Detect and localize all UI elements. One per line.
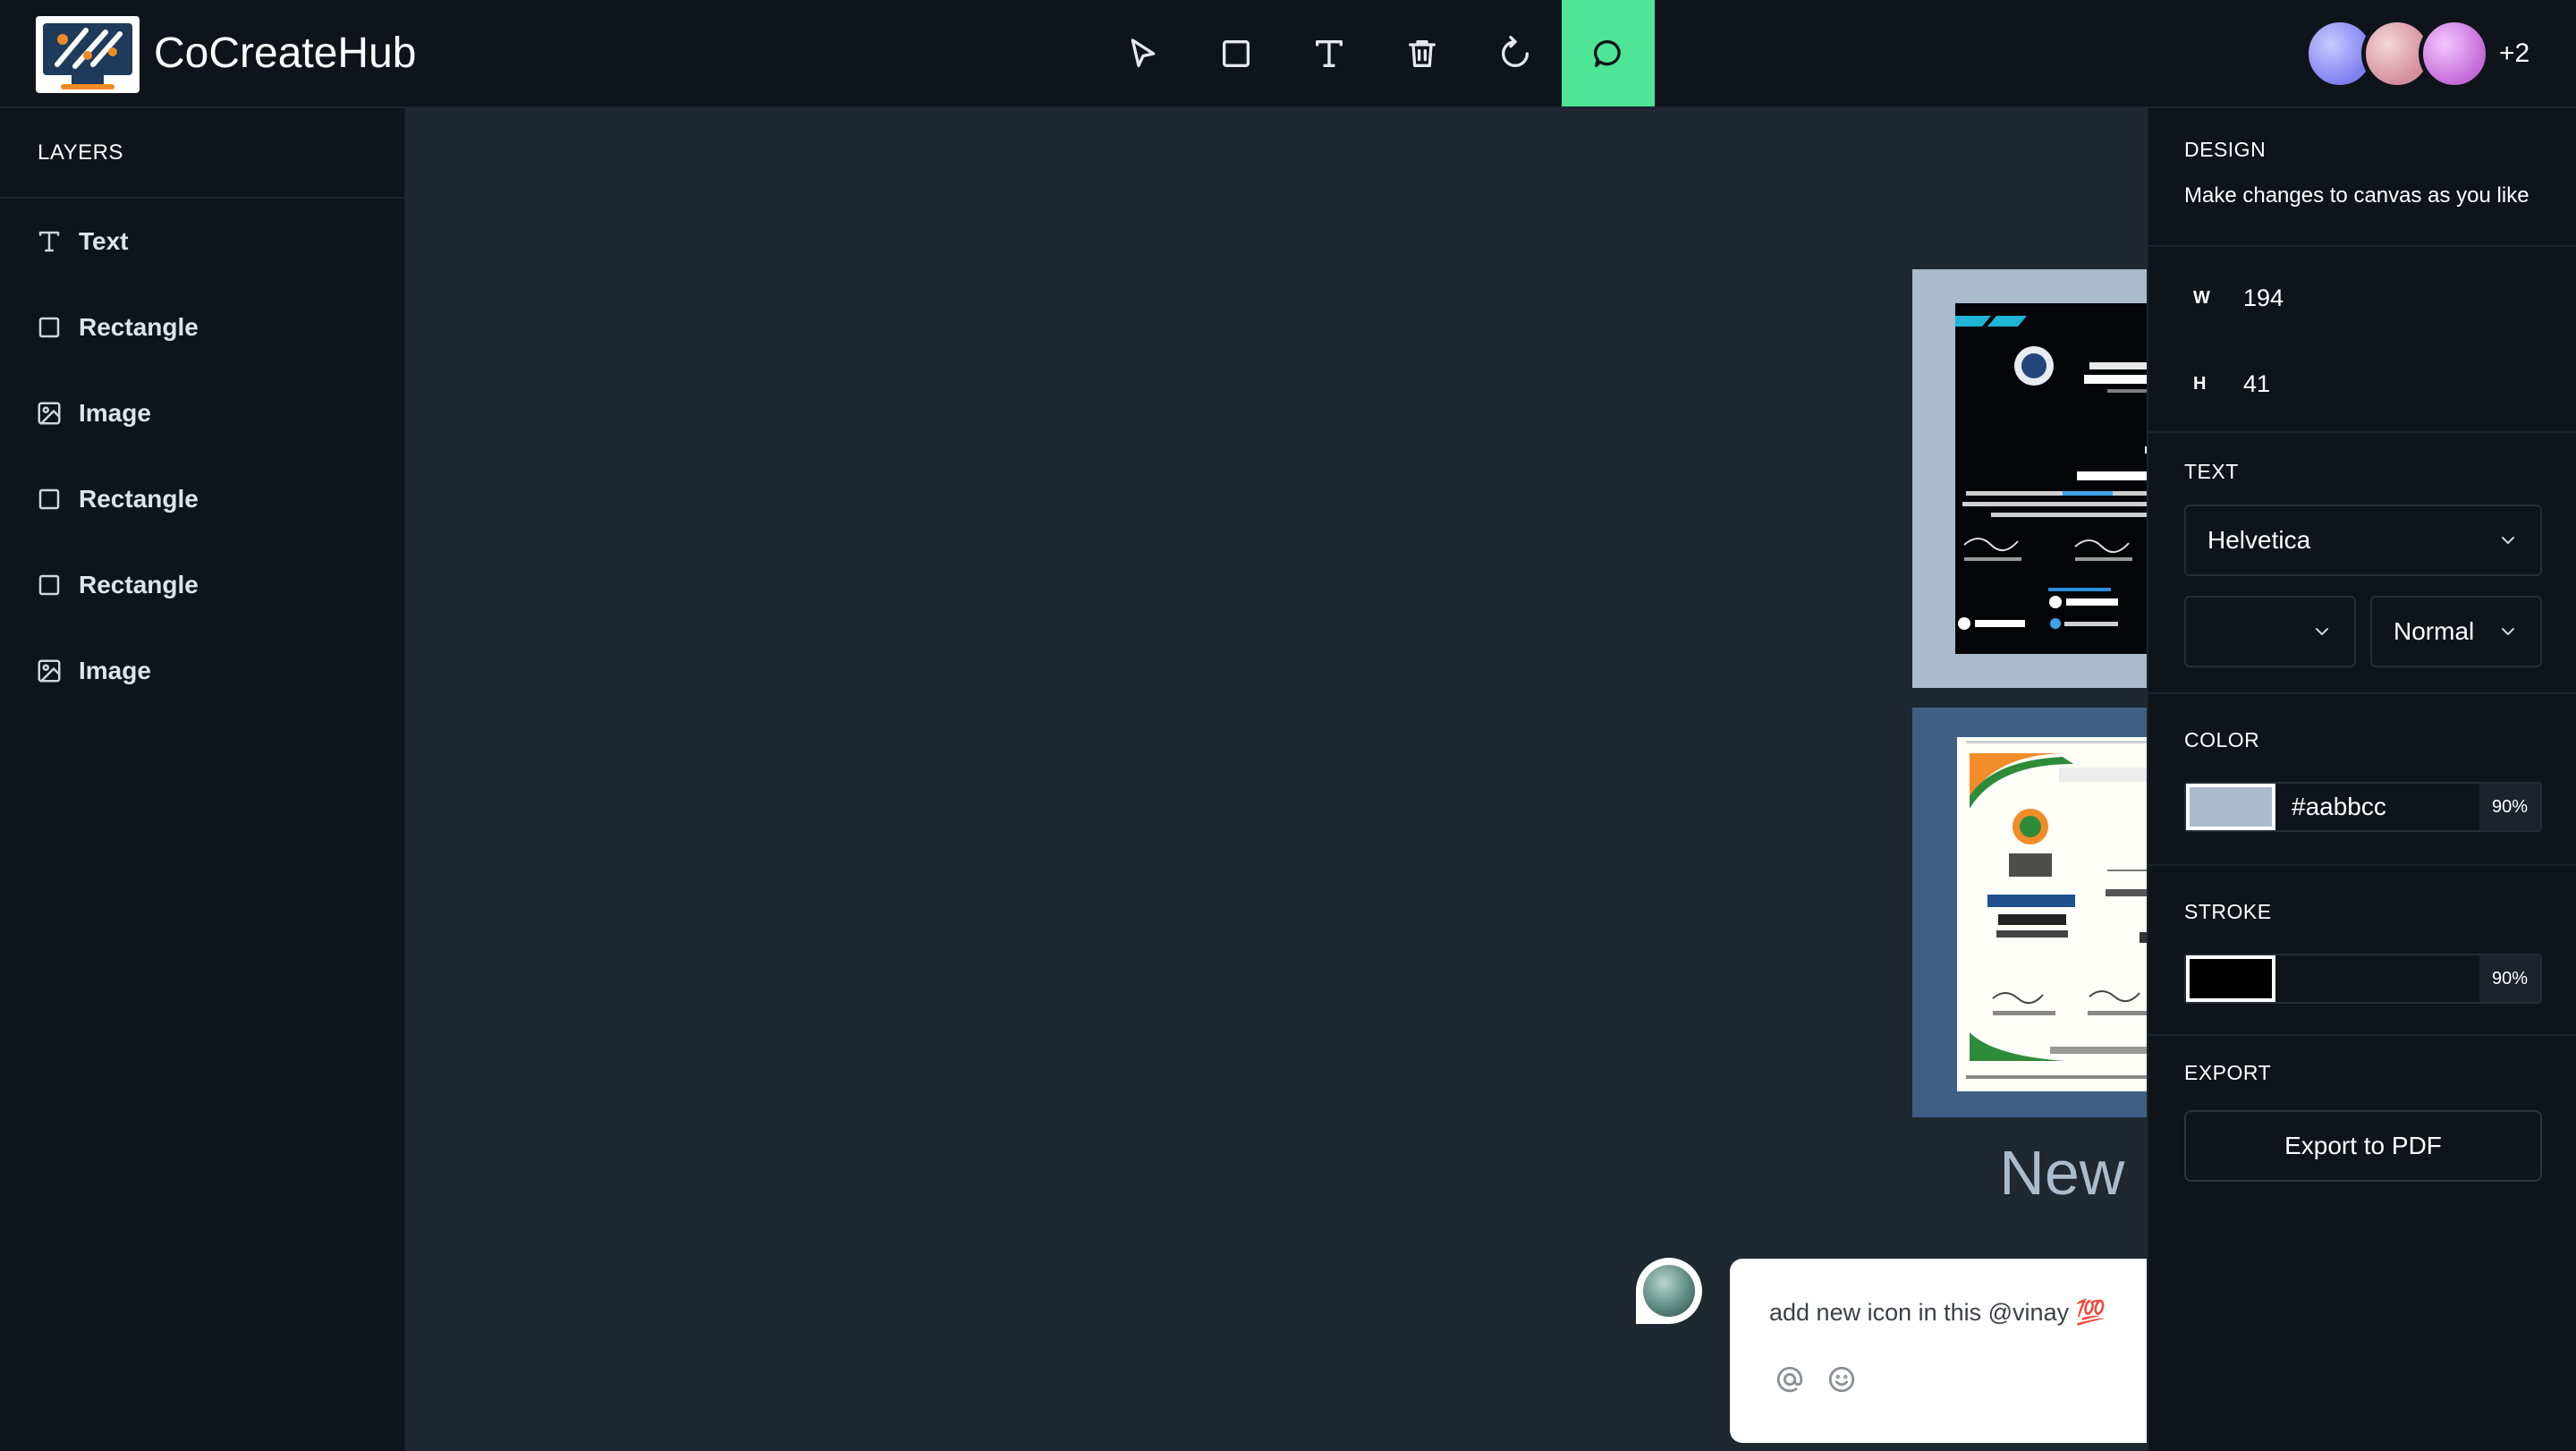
layer-item[interactable]: Rectangle	[0, 456, 404, 542]
comment-actions	[1775, 1364, 1857, 1395]
height-field[interactable]: H 41	[2193, 370, 2270, 398]
avatar[interactable]	[2419, 18, 2490, 89]
stroke-color-field[interactable]: 90%	[2184, 954, 2542, 1004]
color-section: COLOR #aabbcc 90%	[2148, 694, 2576, 866]
rectangle-tool-button[interactable]	[1190, 0, 1283, 106]
comments-tool-button[interactable]	[1562, 0, 1655, 106]
font-weight-select[interactable]: Normal	[2370, 596, 2542, 667]
rectangle-icon	[38, 488, 60, 510]
app-name: CoCreateHub	[154, 30, 417, 77]
design-subtitle: Make changes to canvas as you like	[2184, 183, 2529, 208]
comment-bubble-icon	[1593, 39, 1621, 67]
toolbar	[1097, 0, 1655, 106]
layer-label: Rectangle	[79, 313, 199, 341]
stroke-title: STROKE	[2184, 900, 2272, 923]
fill-opacity[interactable]: 90%	[2479, 784, 2540, 830]
comment-author-avatar[interactable]	[1636, 1258, 1702, 1324]
text-tool-button[interactable]	[1283, 0, 1376, 106]
rectangle-icon	[38, 574, 60, 596]
text-icon	[38, 231, 60, 252]
layer-item[interactable]: Rectangle	[0, 542, 404, 628]
comment-text: add new icon in this @vinay 💯	[1769, 1299, 2106, 1326]
layers-panel: LAYERS Text Rectangle Image Rectangle Re…	[0, 108, 406, 1451]
design-canvas[interactable]: New Design add new icon in this @vinay 💯	[406, 108, 2458, 1451]
export-title: EXPORT	[2184, 1061, 2272, 1084]
square-icon	[1223, 39, 1250, 67]
layer-item[interactable]: Text	[0, 199, 404, 284]
font-family-value: Helvetica	[2207, 526, 2311, 554]
width-field[interactable]: W 194	[2193, 284, 2284, 312]
layer-label: Rectangle	[79, 485, 199, 513]
design-title: DESIGN	[2184, 138, 2267, 161]
layers-title: LAYERS	[0, 108, 404, 199]
chevron-down-icon	[2316, 628, 2328, 635]
design-panel: DESIGN Make changes to canvas as you lik…	[2147, 108, 2576, 1451]
image-icon	[38, 659, 61, 683]
color-title: COLOR	[2184, 728, 2260, 751]
layer-item[interactable]: Image	[0, 370, 404, 456]
text-icon	[1316, 39, 1343, 67]
width-label: W	[2193, 288, 2210, 308]
text-title: TEXT	[2184, 460, 2239, 483]
image-icon	[38, 402, 61, 425]
design-section: DESIGN Make changes to canvas as you lik…	[2148, 108, 2576, 247]
trash-icon	[1409, 39, 1436, 67]
avatar	[1643, 1265, 1695, 1317]
chevron-down-icon	[2502, 537, 2514, 544]
more-collaborators-count[interactable]: +2	[2499, 34, 2529, 73]
layer-item[interactable]: Rectangle	[0, 284, 404, 370]
width-value[interactable]: 194	[2243, 284, 2284, 312]
top-bar: CoCreateHub +2	[0, 0, 2576, 108]
layer-label: Image	[79, 399, 151, 427]
text-section: TEXT Helvetica Normal	[2148, 433, 2576, 694]
font-size-select[interactable]	[2184, 596, 2356, 667]
select-tool-button[interactable]	[1097, 0, 1190, 106]
stroke-color-swatch[interactable]	[2186, 955, 2275, 1002]
stroke-section: STROKE 90%	[2148, 866, 2576, 1036]
layer-label: Rectangle	[79, 571, 199, 598]
font-family-select[interactable]: Helvetica	[2184, 505, 2542, 576]
delete-tool-button[interactable]	[1376, 0, 1469, 106]
app-logo	[36, 16, 140, 93]
font-weight-value: Normal	[2394, 617, 2475, 645]
stroke-opacity[interactable]: 90%	[2479, 955, 2540, 1002]
dimensions-section: W 194 H 41	[2148, 247, 2576, 433]
layer-label: Image	[79, 657, 151, 684]
export-section: EXPORT Export to PDF	[2148, 1036, 2576, 1182]
emoji-icon[interactable]	[1826, 1364, 1857, 1395]
height-label: H	[2193, 374, 2207, 394]
fill-color-swatch[interactable]	[2186, 784, 2275, 830]
height-value[interactable]: 41	[2243, 370, 2270, 398]
export-pdf-button[interactable]: Export to PDF	[2184, 1110, 2542, 1182]
reset-tool-button[interactable]	[1469, 0, 1562, 106]
layer-label: Text	[79, 227, 129, 255]
chevron-down-icon	[2502, 628, 2514, 635]
rectangle-icon	[38, 317, 60, 338]
fill-color-hex[interactable]: #aabbcc	[2292, 793, 2386, 821]
cursor-icon	[1131, 38, 1156, 67]
layer-item[interactable]: Image	[0, 628, 404, 714]
at-mention-icon[interactable]	[1775, 1364, 1805, 1395]
fill-color-field[interactable]: #aabbcc 90%	[2184, 782, 2542, 832]
rotate-icon	[1502, 35, 1529, 67]
